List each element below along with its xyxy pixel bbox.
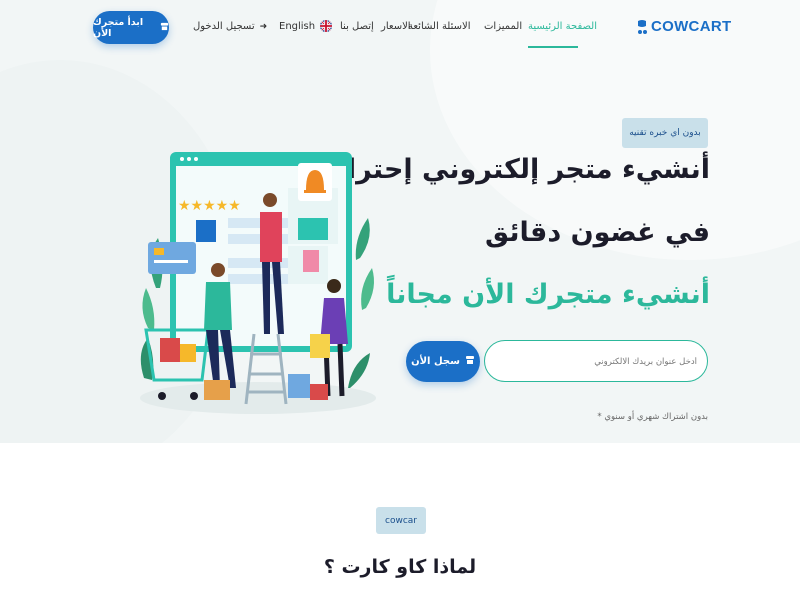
hero-title-line3: أنشيء متجرك الأن مجاناً: [386, 279, 710, 310]
store-icon: [465, 355, 475, 368]
language-switch[interactable]: English: [279, 20, 333, 32]
hero-note: بدون اشتراك شهري أو سنوي *: [597, 412, 708, 422]
svg-text:★★★★★: ★★★★★: [178, 198, 241, 214]
nav-active-indicator: [528, 46, 578, 48]
hero-title-line2: في غضون دقائق: [485, 217, 710, 248]
email-field-wrapper: [484, 340, 708, 383]
cta-label: ابدأ متجرك الأن: [93, 16, 144, 39]
hero-section: COWCART الصفحة الرئيسية المميزات الاسئلة…: [0, 0, 800, 443]
nav-features[interactable]: المميزات: [484, 21, 522, 32]
nav-contact[interactable]: إتصل بنا: [340, 21, 374, 32]
login-icon: ➜: [259, 21, 268, 32]
email-field[interactable]: [495, 341, 699, 383]
signup-label: سجل الأن: [411, 356, 460, 367]
language-label: English: [279, 20, 316, 32]
brand-logo[interactable]: COWCART: [636, 18, 731, 35]
brand-name: COWCART: [651, 18, 732, 35]
section-title: لماذا كاو كارت ؟: [323, 556, 477, 578]
store-icon: [160, 22, 169, 34]
section-badge: cowcar: [376, 507, 426, 534]
nav-pricing[interactable]: الاسعار: [381, 21, 411, 32]
ecommerce-illustration: ★★★★★: [140, 152, 376, 414]
signup-button[interactable]: سجل الأن: [406, 341, 480, 382]
nav-faq[interactable]: الاسئلة الشائعة: [408, 21, 471, 32]
uk-flag-icon: [320, 20, 333, 32]
login-link[interactable]: تسجيل الدخول ➜: [193, 21, 267, 32]
hero-badge: بدون اي خبره تقنيه: [622, 118, 708, 148]
top-navbar: COWCART الصفحة الرئيسية المميزات الاسئلة…: [0, 0, 800, 56]
cowcart-logo-icon: [636, 19, 648, 35]
login-label: تسجيل الدخول: [193, 21, 255, 32]
nav-home[interactable]: الصفحة الرئيسية: [528, 21, 597, 32]
start-store-button[interactable]: ابدأ متجرك الأن: [93, 11, 169, 44]
